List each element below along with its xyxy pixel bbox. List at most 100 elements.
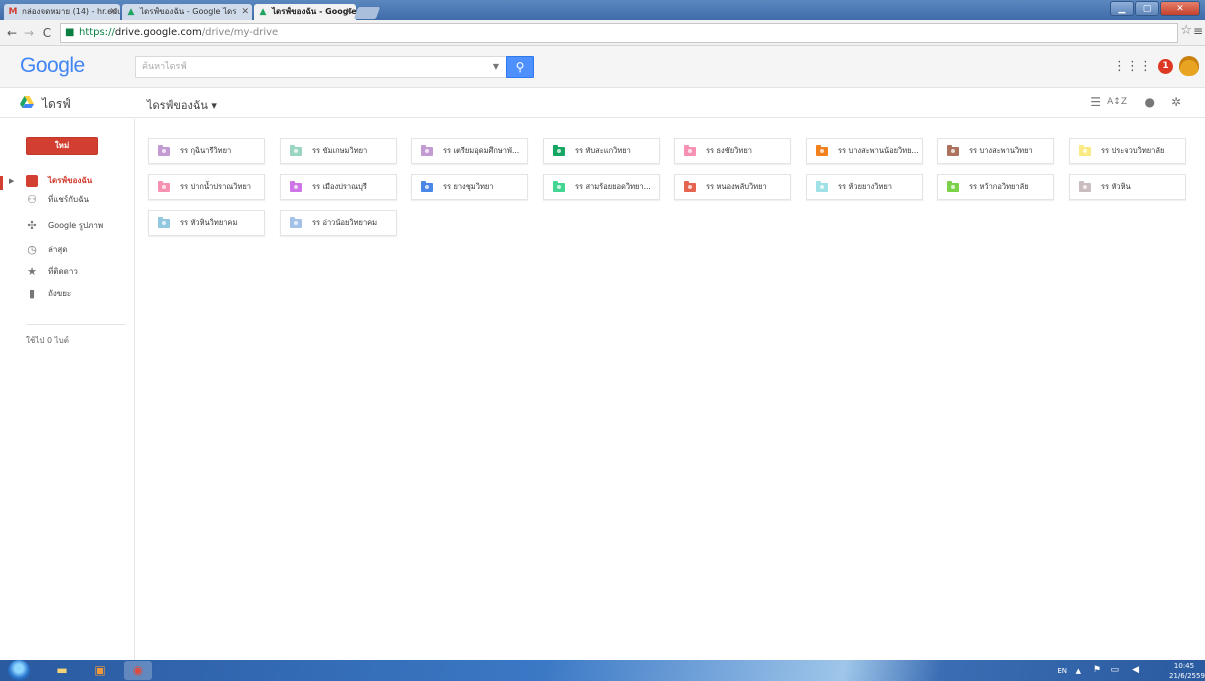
folder-tile[interactable]: รร หนองพลับวิทยา xyxy=(674,174,791,200)
folder-tile[interactable]: รร ยางชุมวิทยา xyxy=(411,174,528,200)
folder-tile[interactable]: รร ปากน้ำปราณวิทยา xyxy=(148,174,265,200)
folder-tile[interactable]: รร ห้วยยางวิทยา xyxy=(806,174,923,200)
clock-date: 21/6/2559 xyxy=(1169,672,1205,680)
address-toolbar: ← → C ■ https://drive.google.com/drive/my… xyxy=(0,20,1205,46)
sidebar-item-photos[interactable]: ✣ Google รูปภาพ xyxy=(0,216,134,236)
start-button[interactable] xyxy=(8,660,30,681)
shared-folder-icon xyxy=(1079,181,1091,192)
chrome-icon[interactable]: ◉ xyxy=(124,661,152,680)
window-controls: ▁ ▢ ✕ xyxy=(1109,1,1200,17)
folder-name: รร ห้วยยางวิทยา xyxy=(838,182,893,191)
browser-menu-icon[interactable]: ≡ xyxy=(1193,24,1203,38)
browser-titlebar: M กล่องจดหมาย (14) - hr.edu ✕ ▲ ไดรฟ์ของ… xyxy=(0,0,1205,20)
new-button[interactable]: ใหม่ xyxy=(26,137,98,155)
location-dropdown[interactable]: ไดรฟ์ของฉัน ▾ xyxy=(147,96,217,114)
app-title: ไดรฟ์ xyxy=(42,97,71,111)
shared-folder-icon xyxy=(684,145,696,156)
url-scheme: https:// xyxy=(79,27,115,38)
folder-name: รร เมืองปราณบุรี xyxy=(312,182,367,191)
info-icon[interactable]: ● xyxy=(1145,95,1155,109)
settings-gear-icon[interactable]: ✲ xyxy=(1171,95,1181,109)
bookmark-star-icon[interactable]: ☆ xyxy=(1180,23,1192,38)
expand-arrow-icon[interactable]: ▶ xyxy=(9,171,14,191)
folder-tile[interactable]: รร เมืองปราณบุรี xyxy=(280,174,397,200)
folder-tile[interactable]: รร หัวหินวิทยาคม xyxy=(148,210,265,236)
logo-text: Google xyxy=(20,54,85,77)
folder-name: รร หว้ากอวิทยาลัย xyxy=(969,182,1029,191)
search-icon: ⚲ xyxy=(515,60,525,74)
new-tab-button[interactable] xyxy=(353,7,381,19)
url-bar[interactable]: ■ https://drive.google.com/drive/my-drive xyxy=(60,23,1178,43)
windows-taskbar: ▬ ▣ ◉ EN ▲ ⚑ ▭ ◀ 10:45 21/6/2559 xyxy=(0,660,1205,681)
folder-name: รร ประจวบวิทยาลัย xyxy=(1101,146,1165,155)
folder-name: รร กุฉินารีวิทยา xyxy=(180,146,232,155)
folder-name: รร สามร้อยยอดวิทยา... xyxy=(575,182,651,191)
drive-icon: ▲ xyxy=(127,7,135,17)
folder-tile[interactable]: รร ธงชัยวิทยา xyxy=(674,138,791,164)
sidebar-item-label: Google รูปภาพ xyxy=(48,221,104,230)
url-path: /drive/my-drive xyxy=(201,27,279,38)
sidebar-item-label: ไดรฟ์ของฉัน xyxy=(48,176,93,185)
shared-folder-icon xyxy=(553,145,565,156)
action-center-flag-icon[interactable]: ⚑ xyxy=(1093,665,1101,675)
close-tab-icon[interactable]: ✕ xyxy=(345,4,353,20)
maximize-icon[interactable]: ▢ xyxy=(1135,1,1159,16)
star-icon: ★ xyxy=(27,265,37,278)
apps-grid-icon[interactable]: ⋮⋮⋮ xyxy=(1113,59,1152,74)
sidebar-item-recent[interactable]: ◷ ล่าสุด xyxy=(0,240,134,260)
reload-icon[interactable]: C xyxy=(40,24,54,42)
tray-expand-icon[interactable]: ▲ xyxy=(1076,666,1081,676)
folder-tile[interactable]: รร หว้ากอวิทยาลัย xyxy=(937,174,1054,200)
volume-icon[interactable]: ◀ xyxy=(1132,665,1139,675)
forward-arrow-icon[interactable]: → xyxy=(22,24,36,42)
folder-tile[interactable]: รร ขัมเกษมวิทยา xyxy=(280,138,397,164)
avatar[interactable] xyxy=(1179,56,1199,76)
folder-name: รร อ่าวน้อยวิทยาคม xyxy=(312,218,378,227)
google-logo[interactable]: Google xyxy=(20,54,85,78)
notifications-badge[interactable]: 1 xyxy=(1158,59,1173,74)
clock[interactable]: 10:45 21/6/2559 xyxy=(1169,661,1205,681)
list-view-icon[interactable]: ☰ xyxy=(1090,95,1101,109)
file-explorer-icon[interactable]: ▬ xyxy=(48,661,76,680)
back-arrow-icon[interactable]: ← xyxy=(5,24,19,42)
close-tab-icon[interactable]: ✕ xyxy=(241,4,249,20)
folder-tile[interactable]: รร กุฉินารีวิทยา xyxy=(148,138,265,164)
search-options-dropdown[interactable]: ▼ xyxy=(486,56,506,78)
shared-folder-icon xyxy=(816,181,828,192)
folder-name: รร หัวหิน xyxy=(1101,182,1131,191)
close-window-icon[interactable]: ✕ xyxy=(1160,1,1200,16)
folder-tile[interactable]: รร บางสะพานน้อยวิทย... xyxy=(806,138,923,164)
sort-az-icon[interactable]: A↕Z xyxy=(1107,97,1127,107)
minimize-icon[interactable]: ▁ xyxy=(1110,1,1134,16)
network-icon[interactable]: ▭ xyxy=(1110,665,1119,675)
language-indicator[interactable]: EN xyxy=(1057,666,1067,676)
sidebar-item-label: ถังขยะ xyxy=(48,289,72,298)
shared-folder-icon xyxy=(290,217,302,228)
browser-tab-drive-2[interactable]: ▲ ไดรฟ์ของฉัน - Google ไดร ✕ xyxy=(254,4,356,20)
folder-tile[interactable]: รร ประจวบวิทยาลัย xyxy=(1069,138,1186,164)
sidebar-item-starred[interactable]: ★ ที่ติดดาว xyxy=(0,262,134,282)
sidebar-item-my-drive[interactable]: ▶ ไดรฟ์ของฉัน xyxy=(0,171,134,191)
search-input[interactable]: ค้นหาไดรฟ์ xyxy=(135,56,513,78)
drive-logo-icon xyxy=(20,96,34,108)
folder-tile[interactable]: รร สามร้อยยอดวิทยา... xyxy=(543,174,660,200)
sidebar-item-trash[interactable]: ▮ ถังขยะ xyxy=(0,284,134,304)
folder-icon xyxy=(26,175,38,187)
folder-tile[interactable]: รร อ่าวน้อยวิทยาคม xyxy=(280,210,397,236)
media-player-icon[interactable]: ▣ xyxy=(86,661,114,680)
close-tab-icon[interactable]: ✕ xyxy=(109,4,117,20)
sidebar-item-shared[interactable]: ⚇ ที่แชร์กับฉัน xyxy=(0,190,134,210)
folder-name: รร หัวหินวิทยาคม xyxy=(180,218,238,227)
folder-tile[interactable]: รร หัวหิน xyxy=(1069,174,1186,200)
tab-title: ไดรฟ์ของฉัน - Google ไดร xyxy=(140,7,237,16)
google-header: Google ค้นหาไดรฟ์ ▼ ⚲ ⋮⋮⋮ 1 xyxy=(0,46,1205,88)
browser-tab-gmail[interactable]: M กล่องจดหมาย (14) - hr.edu ✕ xyxy=(4,4,120,20)
search-button[interactable]: ⚲ xyxy=(506,56,534,78)
sidebar-divider xyxy=(26,324,126,325)
shared-folder-icon xyxy=(947,145,959,156)
folder-tile[interactable]: รร เตรียมอุดมศึกษาพั... xyxy=(411,138,528,164)
folder-tile[interactable]: รร บางสะพานวิทยา xyxy=(937,138,1054,164)
lock-icon: ■ xyxy=(65,27,75,38)
browser-tab-drive-1[interactable]: ▲ ไดรฟ์ของฉัน - Google ไดร ✕ xyxy=(122,4,252,20)
folder-tile[interactable]: รร ทับสะแกวิทยา xyxy=(543,138,660,164)
